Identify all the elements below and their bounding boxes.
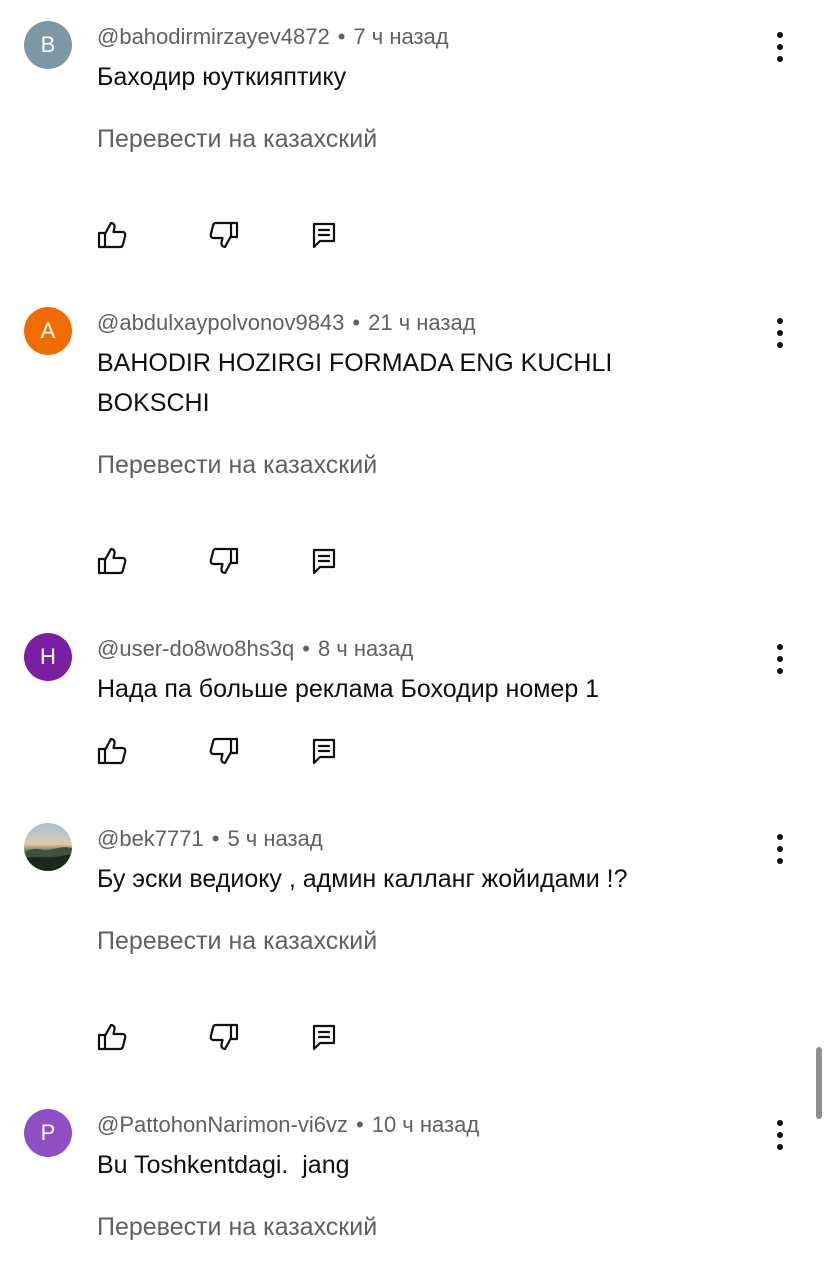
- comment-time[interactable]: 5 ч назад: [227, 826, 322, 851]
- meta-separator: •: [302, 636, 310, 661]
- comment-meta: @abdulxaypolvonov9843 • 21 ч назад: [97, 307, 476, 339]
- meta-separator: •: [356, 1112, 364, 1137]
- comment-text: Бу эски ведиоку , админ калланг жойидами…: [97, 865, 628, 893]
- translate-link[interactable]: Перевести на казахский: [97, 448, 377, 482]
- more-vert-icon[interactable]: [764, 315, 796, 351]
- author-name[interactable]: @PattohonNarimon-vi6vz: [97, 1112, 348, 1137]
- author-name[interactable]: @bek7771: [97, 826, 204, 851]
- thumb-down-icon[interactable]: [208, 219, 240, 251]
- thumb-up-icon[interactable]: [96, 219, 128, 251]
- comment-time[interactable]: 10 ч назад: [372, 1112, 479, 1137]
- comment-time[interactable]: 21 ч назад: [368, 310, 475, 335]
- more-vert-icon[interactable]: [764, 29, 796, 65]
- thumb-up-icon[interactable]: [96, 735, 128, 767]
- meta-separator: •: [337, 24, 346, 49]
- comment-text: Bu Toshkentdagi. jang: [97, 1151, 350, 1179]
- comment-meta: @PattohonNarimon-vi6vz • 10 ч назад: [97, 1109, 479, 1141]
- comment-text: Нада па больше реклама Боходир номер 1: [97, 675, 600, 703]
- translate-link[interactable]: Перевести на казахский: [97, 1210, 377, 1244]
- comment-meta: @user-do8wo8hs3q • 8 ч назад: [97, 633, 413, 665]
- comment-text: BAHODIR HOZIRGI FORMADA ENG KUCHLI BOKSC…: [97, 349, 613, 417]
- more-vert-icon[interactable]: [764, 831, 796, 867]
- author-name[interactable]: @user-do8wo8hs3q: [97, 636, 294, 661]
- more-vert-icon[interactable]: [764, 1117, 796, 1153]
- thumb-up-icon[interactable]: [96, 1021, 128, 1053]
- comment-time[interactable]: 8 ч назад: [318, 636, 413, 661]
- author-name[interactable]: @abdulxaypolvonov9843: [97, 310, 344, 335]
- landscape-photo-icon: [24, 847, 72, 871]
- reply-comment-icon[interactable]: [308, 545, 340, 577]
- avatar[interactable]: H: [24, 633, 72, 681]
- avatar[interactable]: A: [24, 307, 72, 355]
- author-name[interactable]: @bahodirmirzayev4872: [97, 24, 330, 49]
- comment-meta: @bahodirmirzayev4872 • 7 ч назад: [97, 21, 449, 53]
- comment-time[interactable]: 7 ч назад: [353, 24, 448, 49]
- scrollbar-thumb[interactable]: [816, 1047, 822, 1119]
- translate-link[interactable]: Перевести на казахский: [97, 122, 377, 156]
- reply-comment-icon[interactable]: [308, 735, 340, 767]
- meta-separator: •: [352, 310, 361, 335]
- avatar[interactable]: [24, 823, 72, 871]
- comment-meta: @bek7771 • 5 ч назад: [97, 823, 323, 855]
- thumb-up-icon[interactable]: [96, 545, 128, 577]
- thumb-down-icon[interactable]: [208, 1021, 240, 1053]
- avatar[interactable]: B: [24, 21, 72, 69]
- thumb-down-icon[interactable]: [208, 545, 240, 577]
- meta-separator: •: [211, 826, 220, 851]
- thumb-down-icon[interactable]: [208, 735, 240, 767]
- more-vert-icon[interactable]: [764, 641, 796, 677]
- reply-comment-icon[interactable]: [308, 1021, 340, 1053]
- reply-comment-icon[interactable]: [308, 219, 340, 251]
- translate-link[interactable]: Перевести на казахский: [97, 924, 377, 958]
- avatar[interactable]: P: [24, 1109, 72, 1157]
- comment-text: Баходир юуткияптику: [97, 63, 347, 91]
